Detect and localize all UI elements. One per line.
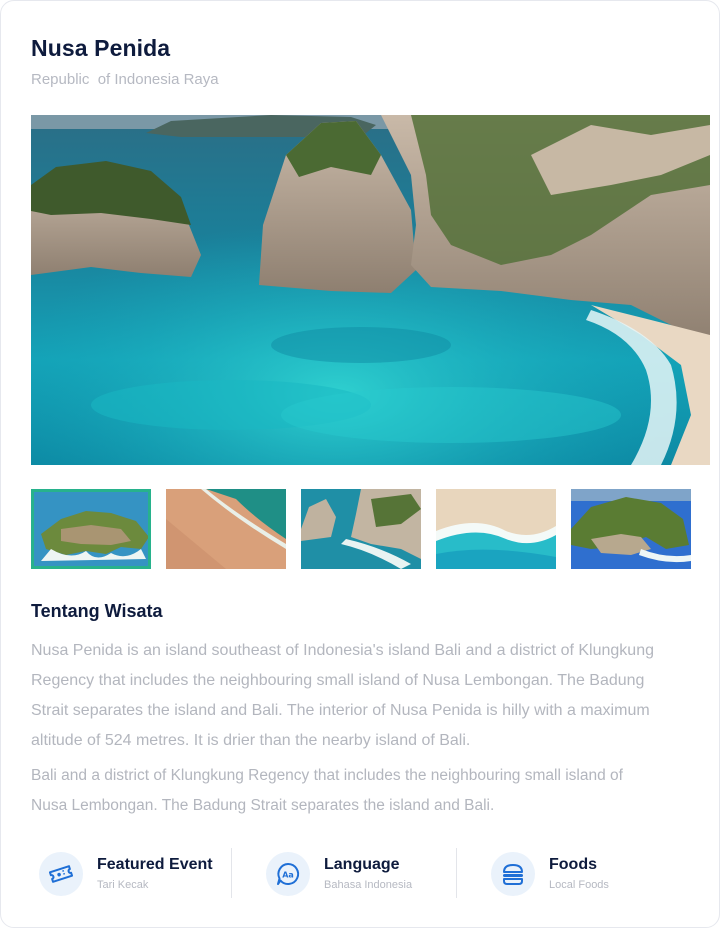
svg-text:Aa: Aa (282, 871, 294, 880)
feature-foods[interactable]: Foods Local Foods (483, 846, 683, 902)
feature-language[interactable]: Aa Language Bahasa Indonesia (258, 846, 458, 902)
thumbnail-strip (31, 489, 691, 569)
divider (231, 848, 232, 898)
destination-card: Nusa Penida Republic of Indonesia Raya T… (0, 0, 720, 928)
divider (456, 848, 457, 898)
feature-sub: Bahasa Indonesia (324, 879, 413, 891)
ticket-icon (39, 852, 83, 896)
feature-label: Featured Event (97, 856, 213, 873)
feature-sub: Local Foods (549, 879, 609, 891)
thumbnail-2[interactable] (166, 489, 286, 569)
main-photo (31, 115, 710, 465)
feature-row: Featured Event Tari Kecak Aa Language Ba… (31, 846, 691, 902)
section-title-about: Tentang Wisata (31, 601, 163, 621)
feature-featured-event[interactable]: Featured Event Tari Kecak (31, 846, 231, 902)
feature-sub: Tari Kecak (97, 879, 149, 891)
thumbnail-3[interactable] (301, 489, 421, 569)
page-title: Nusa Penida (31, 35, 171, 61)
feature-label: Language (324, 856, 400, 873)
thumbnail-4[interactable] (436, 489, 556, 569)
feature-label: Foods (549, 856, 597, 873)
about-paragraph-2: Bali and a district of Klungkung Regency… (31, 767, 623, 814)
thumbnail-1[interactable] (31, 489, 151, 569)
about-paragraph-1: Nusa Penida is an island southeast of In… (31, 642, 654, 749)
language-chat-icon: Aa (266, 852, 310, 896)
thumbnail-5[interactable] (571, 489, 691, 569)
page-subtitle: Republic of Indonesia Raya (31, 71, 219, 88)
burger-food-icon (491, 852, 535, 896)
